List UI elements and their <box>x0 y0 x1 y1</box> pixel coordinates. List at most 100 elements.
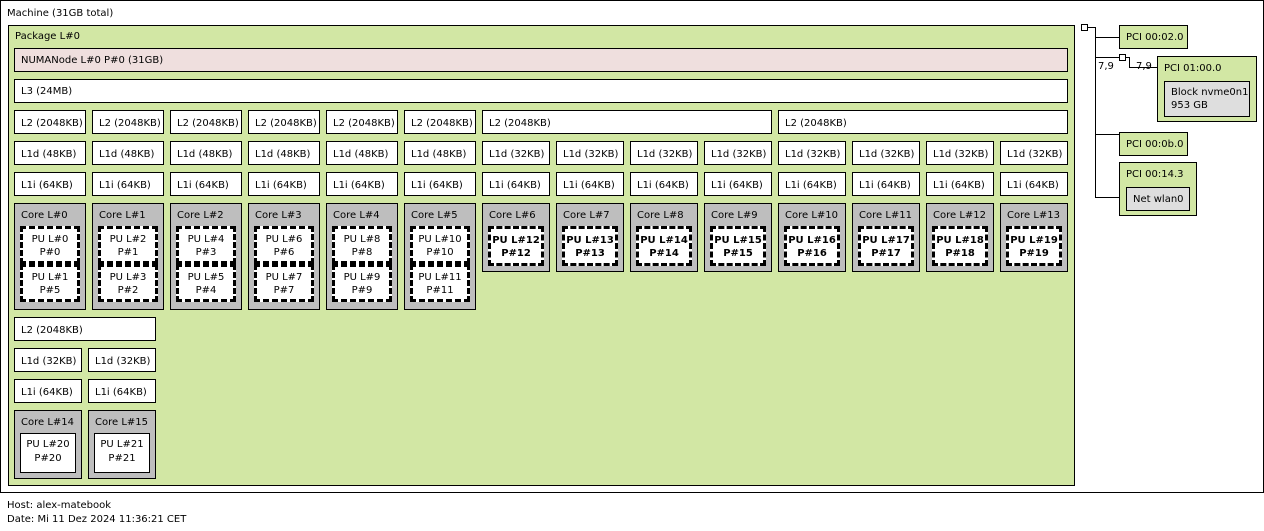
l1i-cache: L1i (64KB) <box>1000 172 1068 196</box>
l2-cache-label: L2 (2048KB) <box>177 118 239 129</box>
core-label: Core L#15 <box>95 417 148 428</box>
pu: PU L#7 P#7 <box>254 264 314 302</box>
pu-physical-index: P#9 <box>351 285 373 296</box>
core-label: Core L#12 <box>933 210 986 221</box>
pu-logical-index: PU L#5 <box>187 272 225 283</box>
l1i-cache-label: L1i (64KB) <box>933 180 985 191</box>
pu-logical-index: PU L#15 <box>714 235 762 246</box>
pu: PU L#11 P#11 <box>410 264 470 302</box>
core-label: Core L#14 <box>21 417 74 428</box>
pu-logical-index: PU L#10 <box>418 234 462 245</box>
pu-logical-index: PU L#12 <box>492 235 540 246</box>
pu-logical-index: PU L#13 <box>566 235 614 246</box>
pu: PU L#20 P#20 <box>20 433 76 473</box>
pu-physical-index: P#14 <box>649 248 679 259</box>
l1d-cache: L1d (48KB) <box>14 141 86 165</box>
pu-logical-index: PU L#2 <box>109 234 147 245</box>
l1i-cache: L1i (64KB) <box>326 172 398 196</box>
pu-physical-index: P#17 <box>871 248 901 259</box>
l1d-cache: L1d (48KB) <box>170 141 242 165</box>
pu-logical-index: PU L#1 <box>31 272 69 283</box>
pu-logical-index: PU L#11 <box>418 272 462 283</box>
l2-cache: L2 (2048KB) <box>92 110 164 134</box>
pci-device-01-00-0: PCI 01:00.0 Block nvme0n1 953 GB <box>1157 56 1257 122</box>
pu-physical-index: P#6 <box>273 247 295 258</box>
pu-logical-index: PU L#9 <box>343 272 381 283</box>
l1i-cache-label: L1i (64KB) <box>711 180 763 191</box>
pu-logical-index: PU L#20 <box>26 439 70 450</box>
pu: PU L#3 P#2 <box>98 264 158 302</box>
pu-physical-index: P#20 <box>34 453 62 464</box>
pu-physical-index: P#8 <box>351 247 373 258</box>
l1i-cache-label: L1i (64KB) <box>637 180 689 191</box>
l1i-cache: L1i (64KB) <box>404 172 476 196</box>
pu-physical-index: P#13 <box>575 248 605 259</box>
l1i-cache: L1i (64KB) <box>170 172 242 196</box>
l1d-cache: L1d (48KB) <box>92 141 164 165</box>
pu-physical-index: P#5 <box>39 285 61 296</box>
network-device-wlan0: Net wlan0 <box>1126 187 1190 211</box>
l1i-cache-label: L1i (64KB) <box>785 180 837 191</box>
host-label: Host: alex-matebook <box>7 500 112 511</box>
l1d-cache: L1d (32KB) <box>556 141 624 165</box>
l1i-cache: L1i (64KB) <box>556 172 624 196</box>
l1d-cache-label: L1d (48KB) <box>411 149 467 160</box>
connector-line <box>1095 134 1119 135</box>
pu: PU L#4 P#3 <box>176 226 236 264</box>
l1i-cache-label: L1i (64KB) <box>1007 180 1059 191</box>
l2-cache-label: L2 (2048KB) <box>785 118 847 129</box>
pu: PU L#17 P#17 <box>858 226 914 266</box>
package-label: Package L#0 <box>15 31 80 42</box>
l1i-cache: L1i (64KB) <box>14 172 86 196</box>
l1d-cache: L1d (48KB) <box>326 141 398 165</box>
l1d-cache-label: L1d (32KB) <box>637 149 693 160</box>
pu: PU L#15 P#15 <box>710 226 766 266</box>
core-8: Core L#8 PU L#14 P#14 <box>630 203 698 272</box>
machine-label: Machine (31GB total) <box>7 8 114 19</box>
l1d-cache-label: L1d (48KB) <box>333 149 389 160</box>
pu-physical-index: P#21 <box>108 453 136 464</box>
core-label: Core L#3 <box>255 210 302 221</box>
l1d-cache-label: L1d (48KB) <box>99 149 155 160</box>
l1i-cache: L1i (64KB) <box>88 379 156 403</box>
core-4: Core L#4 PU L#8 P#8 PU L#9 P#9 <box>326 203 398 310</box>
core-label: Core L#0 <box>21 210 68 221</box>
l1d-cache: L1d (32KB) <box>482 141 550 165</box>
l1i-cache-label: L1i (64KB) <box>21 180 73 191</box>
block-device-nvme0n1: Block nvme0n1 953 GB <box>1164 81 1250 117</box>
connector-line <box>1095 57 1119 58</box>
core-13: Core L#13 PU L#19 P#19 <box>1000 203 1068 272</box>
pu: PU L#16 P#16 <box>784 226 840 266</box>
l2-cache-label: L2 (2048KB) <box>21 325 83 336</box>
link-speed-label: 7,9 <box>1098 61 1114 72</box>
l1d-cache-label: L1d (32KB) <box>859 149 915 160</box>
l1d-cache-label: L1d (32KB) <box>933 149 989 160</box>
pu: PU L#5 P#4 <box>176 264 236 302</box>
pu: PU L#13 P#13 <box>562 226 618 266</box>
core-11: Core L#11 PU L#17 P#17 <box>852 203 920 272</box>
connector-line <box>1087 27 1095 28</box>
link-speed-label: 7,9 <box>1136 61 1152 72</box>
core-label: Core L#7 <box>563 210 610 221</box>
core-1: Core L#1 PU L#2 P#1 PU L#3 P#2 <box>92 203 164 310</box>
pu-physical-index: P#7 <box>273 285 295 296</box>
l2-cache-label: L2 (2048KB) <box>255 118 317 129</box>
l1d-cache: L1d (32KB) <box>704 141 772 165</box>
l1i-cache: L1i (64KB) <box>92 172 164 196</box>
core-12: Core L#12 PU L#18 P#18 <box>926 203 994 272</box>
pu-physical-index: P#19 <box>1019 248 1049 259</box>
pu: PU L#9 P#9 <box>332 264 392 302</box>
l2-cache: L2 (2048KB) <box>482 110 772 134</box>
l1d-cache-label: L1d (32KB) <box>489 149 545 160</box>
numa-label: NUMANode L#0 P#0 (31GB) <box>21 55 164 66</box>
core-6: Core L#6 PU L#12 P#12 <box>482 203 550 272</box>
l1i-cache: L1i (64KB) <box>14 379 82 403</box>
pu: PU L#21 P#21 <box>94 433 150 473</box>
l2-cache: L2 (2048KB) <box>170 110 242 134</box>
pci-device-00-14-3: PCI 00:14.3 Net wlan0 <box>1119 162 1197 216</box>
date-label: Date: Mi 11 Dez 2024 11:36:21 CET <box>7 514 187 525</box>
core-3: Core L#3 PU L#6 P#6 PU L#7 P#7 <box>248 203 320 310</box>
l2-cache: L2 (2048KB) <box>326 110 398 134</box>
l1i-cache: L1i (64KB) <box>704 172 772 196</box>
l1d-cache: L1d (32KB) <box>778 141 846 165</box>
